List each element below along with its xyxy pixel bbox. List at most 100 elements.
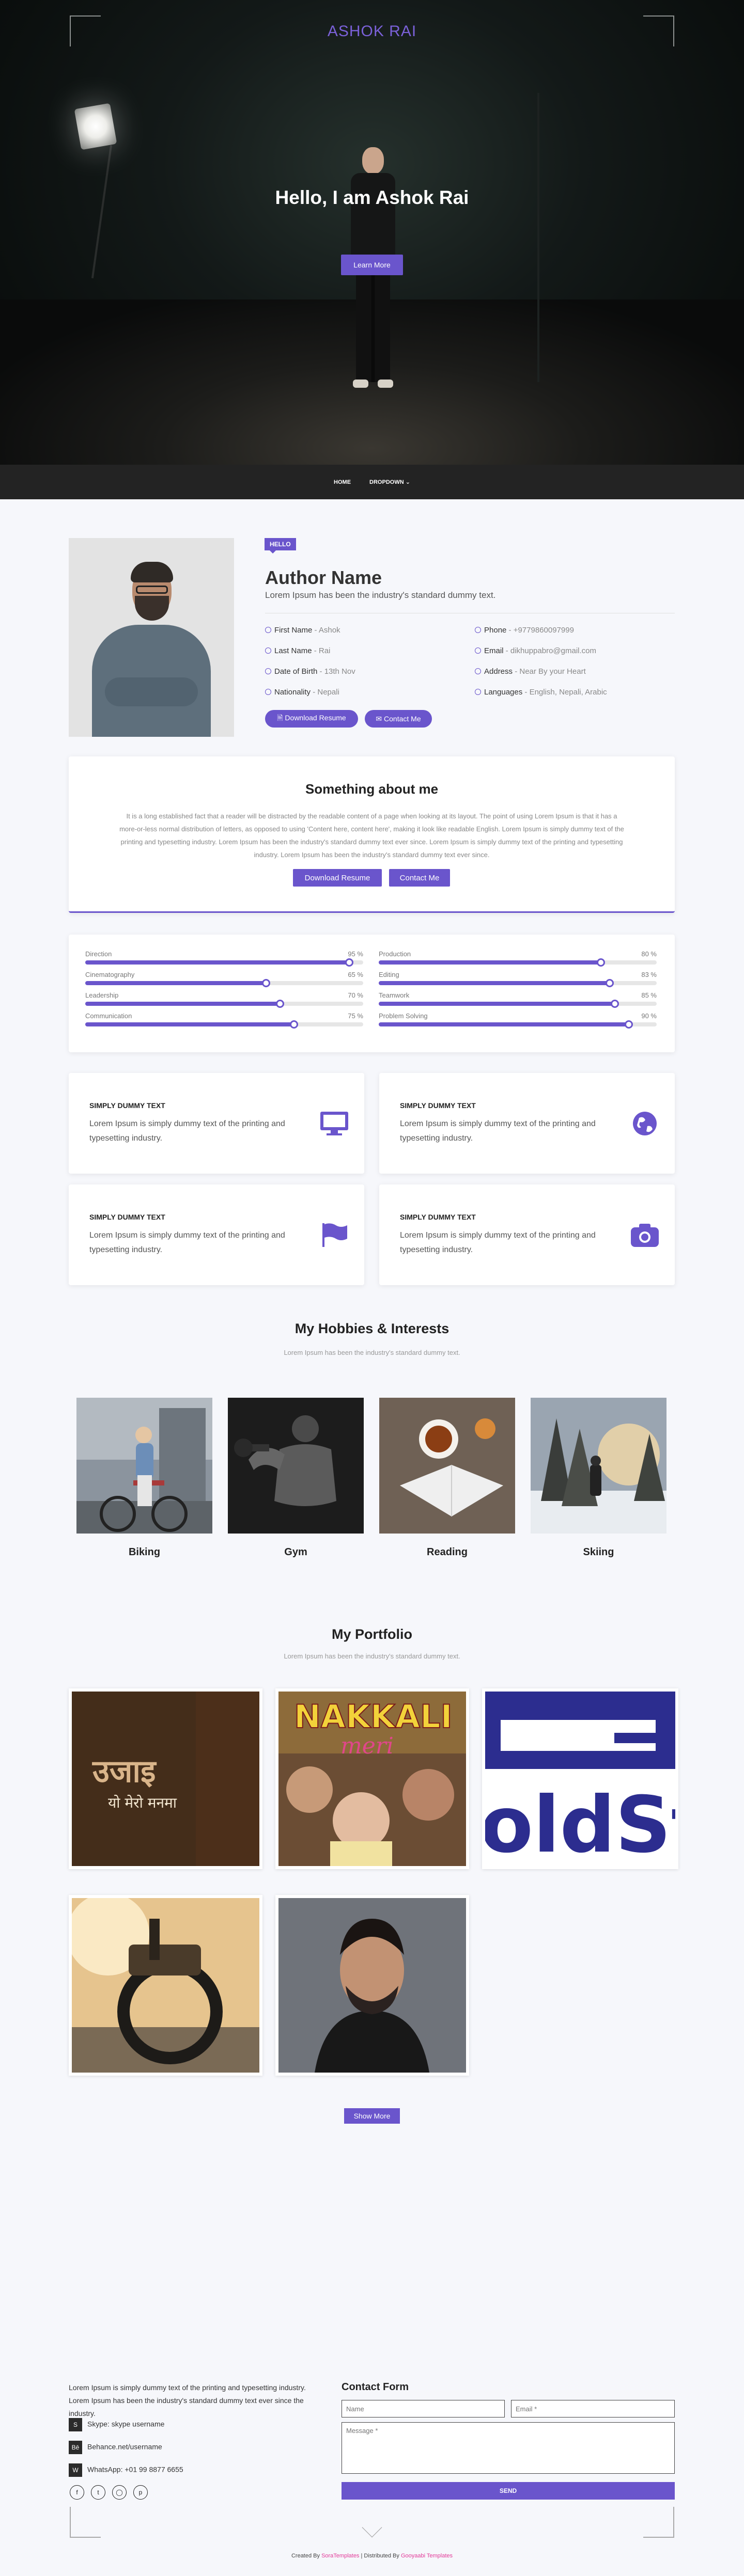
about-text: It is a long established fact that a rea… [119, 812, 624, 859]
author-photo [69, 538, 234, 737]
portrait-image [278, 1898, 466, 2073]
whatsapp-contact[interactable]: W WhatsApp: +01 99 8877 6655 [69, 2463, 183, 2477]
poster-subtitle: यो मेरो मनमा [108, 1794, 177, 1811]
skill-bar: Production 80 % [379, 950, 657, 968]
nav-item-dropdown[interactable]: DROPDOWN ⌄ [369, 479, 410, 485]
info-label: Address [484, 667, 513, 676]
hero-person-shoe [353, 380, 368, 388]
facebook-icon[interactable]: f [70, 2485, 84, 2500]
hobbies-title: My Hobbies & Interests [295, 1321, 450, 1336]
photo-glasses [136, 586, 168, 594]
skill-slider-handle[interactable] [345, 958, 354, 967]
file-icon: 🗎 [277, 714, 285, 722]
service-text: Lorem Ipsum is simply dummy text of the … [400, 1119, 596, 1143]
skill-slider-handle[interactable] [275, 1000, 284, 1008]
biking-photo [76, 1398, 212, 1534]
about-download-button[interactable]: Download Resume [293, 869, 382, 887]
info-languages: Languages - English, Nepali, Arabic [475, 688, 607, 697]
portfolio-item[interactable] [69, 1895, 262, 2076]
portfolio-item[interactable]: oldSt [482, 1688, 678, 1869]
download-resume-button[interactable]: 🗎 Download Resume [265, 710, 358, 728]
behance-icon: Bē [69, 2441, 82, 2454]
pinterest-icon[interactable]: p [133, 2485, 148, 2500]
nav-item-home[interactable]: HOME [334, 479, 351, 485]
credit-author-link[interactable]: SoraTemplates [321, 2553, 359, 2559]
skill-bar: Problem Solving 90 % [379, 1012, 657, 1030]
poster-title: उजाइ [92, 1753, 157, 1790]
skill-slider-handle[interactable] [611, 1000, 619, 1008]
photo-beard [135, 596, 169, 621]
portfolio-item[interactable]: NAKKALI meri [275, 1688, 469, 1869]
motorbike-image [72, 1898, 259, 2073]
hobby-image-gym [228, 1398, 364, 1534]
skill-name: Communication [85, 1012, 132, 1020]
portfolio-item[interactable]: उजाइ यो मेरो मनमा [69, 1688, 262, 1869]
skill-slider-handle[interactable] [289, 1020, 298, 1029]
skill-percent: 70 % [348, 991, 363, 999]
contact-form-title: Contact Form [342, 2381, 409, 2393]
service-title: SIMPLY DUMMY TEXT [89, 1101, 165, 1110]
info-label: Phone [484, 626, 507, 635]
site-brand[interactable]: ASHOK RAI [0, 23, 744, 40]
email-input[interactable] [511, 2400, 675, 2417]
skill-fill [379, 1002, 615, 1006]
skill-bar: Cinematography 65 % [85, 971, 363, 988]
skill-name: Editing [379, 971, 399, 978]
skills-card: Direction 95 % Production 80 % Cinematograph… [69, 935, 675, 1052]
twitter-icon[interactable]: t [91, 2485, 105, 2500]
globe-icon [633, 1112, 657, 1135]
info-value: - Ashok [312, 626, 340, 635]
about-contact-button[interactable]: Contact Me [389, 869, 450, 887]
credit-distributor-link[interactable]: Gooyaabi Templates [401, 2553, 453, 2559]
photo-arms [105, 677, 198, 706]
message-input[interactable] [342, 2422, 675, 2474]
skill-slider-handle[interactable] [261, 979, 270, 987]
instagram-icon[interactable]: ◯ [112, 2485, 127, 2500]
info-label: Date of Birth [274, 667, 318, 676]
check-circle-icon [475, 689, 481, 695]
show-more-button[interactable]: Show More [344, 2108, 400, 2124]
studio-light [74, 103, 117, 150]
footer-corner-bottom-right [643, 2507, 674, 2538]
footer-text: Lorem Ipsum is simply dummy text of the … [69, 2383, 306, 2417]
chevron-down-icon[interactable] [362, 2517, 382, 2538]
check-circle-icon [265, 627, 271, 633]
skype-contact[interactable]: S Skype: skype username [69, 2418, 164, 2431]
whatsapp-icon: W [69, 2463, 82, 2477]
about-card: Something about me It is a long establis… [69, 756, 675, 913]
service-text: Lorem Ipsum is simply dummy text of the … [89, 1231, 285, 1254]
credit-mid: | Distributed By [359, 2553, 401, 2559]
info-label: First Name [274, 626, 313, 635]
skill-name: Leadership [85, 991, 119, 999]
portfolio-item[interactable] [275, 1895, 469, 2076]
whatsapp-text: WhatsApp: +01 99 8877 6655 [87, 2465, 183, 2474]
hobby-label: Skiing [583, 1546, 614, 1558]
service-title: SIMPLY DUMMY TEXT [89, 1213, 165, 1221]
contact-me-button[interactable]: ✉ Contact Me [365, 710, 432, 728]
camera-icon [631, 1224, 659, 1247]
service-text: Lorem Ipsum is simply dummy text of the … [400, 1231, 596, 1254]
credit-prefix: Created By [291, 2553, 322, 2559]
skill-slider-handle[interactable] [625, 1020, 633, 1029]
logo-image: oldSt [485, 1692, 675, 1866]
learn-more-button[interactable]: Learn More [341, 255, 403, 275]
behance-contact[interactable]: Bē Behance.net/username [69, 2441, 162, 2454]
monitor-icon [320, 1112, 348, 1135]
service-text: Lorem Ipsum is simply dummy text of the … [89, 1119, 285, 1143]
skill-slider-handle[interactable] [605, 979, 614, 987]
behance-text: Behance.net/username [87, 2442, 162, 2451]
logo-text: oldSt [485, 1780, 675, 1866]
hero-person-head [362, 147, 384, 174]
send-button[interactable]: SEND [342, 2482, 675, 2500]
name-input[interactable] [342, 2400, 505, 2417]
info-value: - Near By your Heart [513, 667, 586, 676]
skill-percent: 95 % [348, 950, 363, 958]
hobby-label: Reading [427, 1546, 468, 1558]
skill-fill [85, 1022, 294, 1026]
photo-hair [131, 562, 173, 582]
skill-fill [85, 1002, 280, 1006]
skill-slider-handle[interactable] [597, 958, 606, 967]
service-card: SIMPLY DUMMY TEXT Lorem Ipsum is simply … [379, 1073, 675, 1174]
skill-bar: Editing 83 % [379, 971, 657, 988]
check-circle-icon [265, 689, 271, 695]
